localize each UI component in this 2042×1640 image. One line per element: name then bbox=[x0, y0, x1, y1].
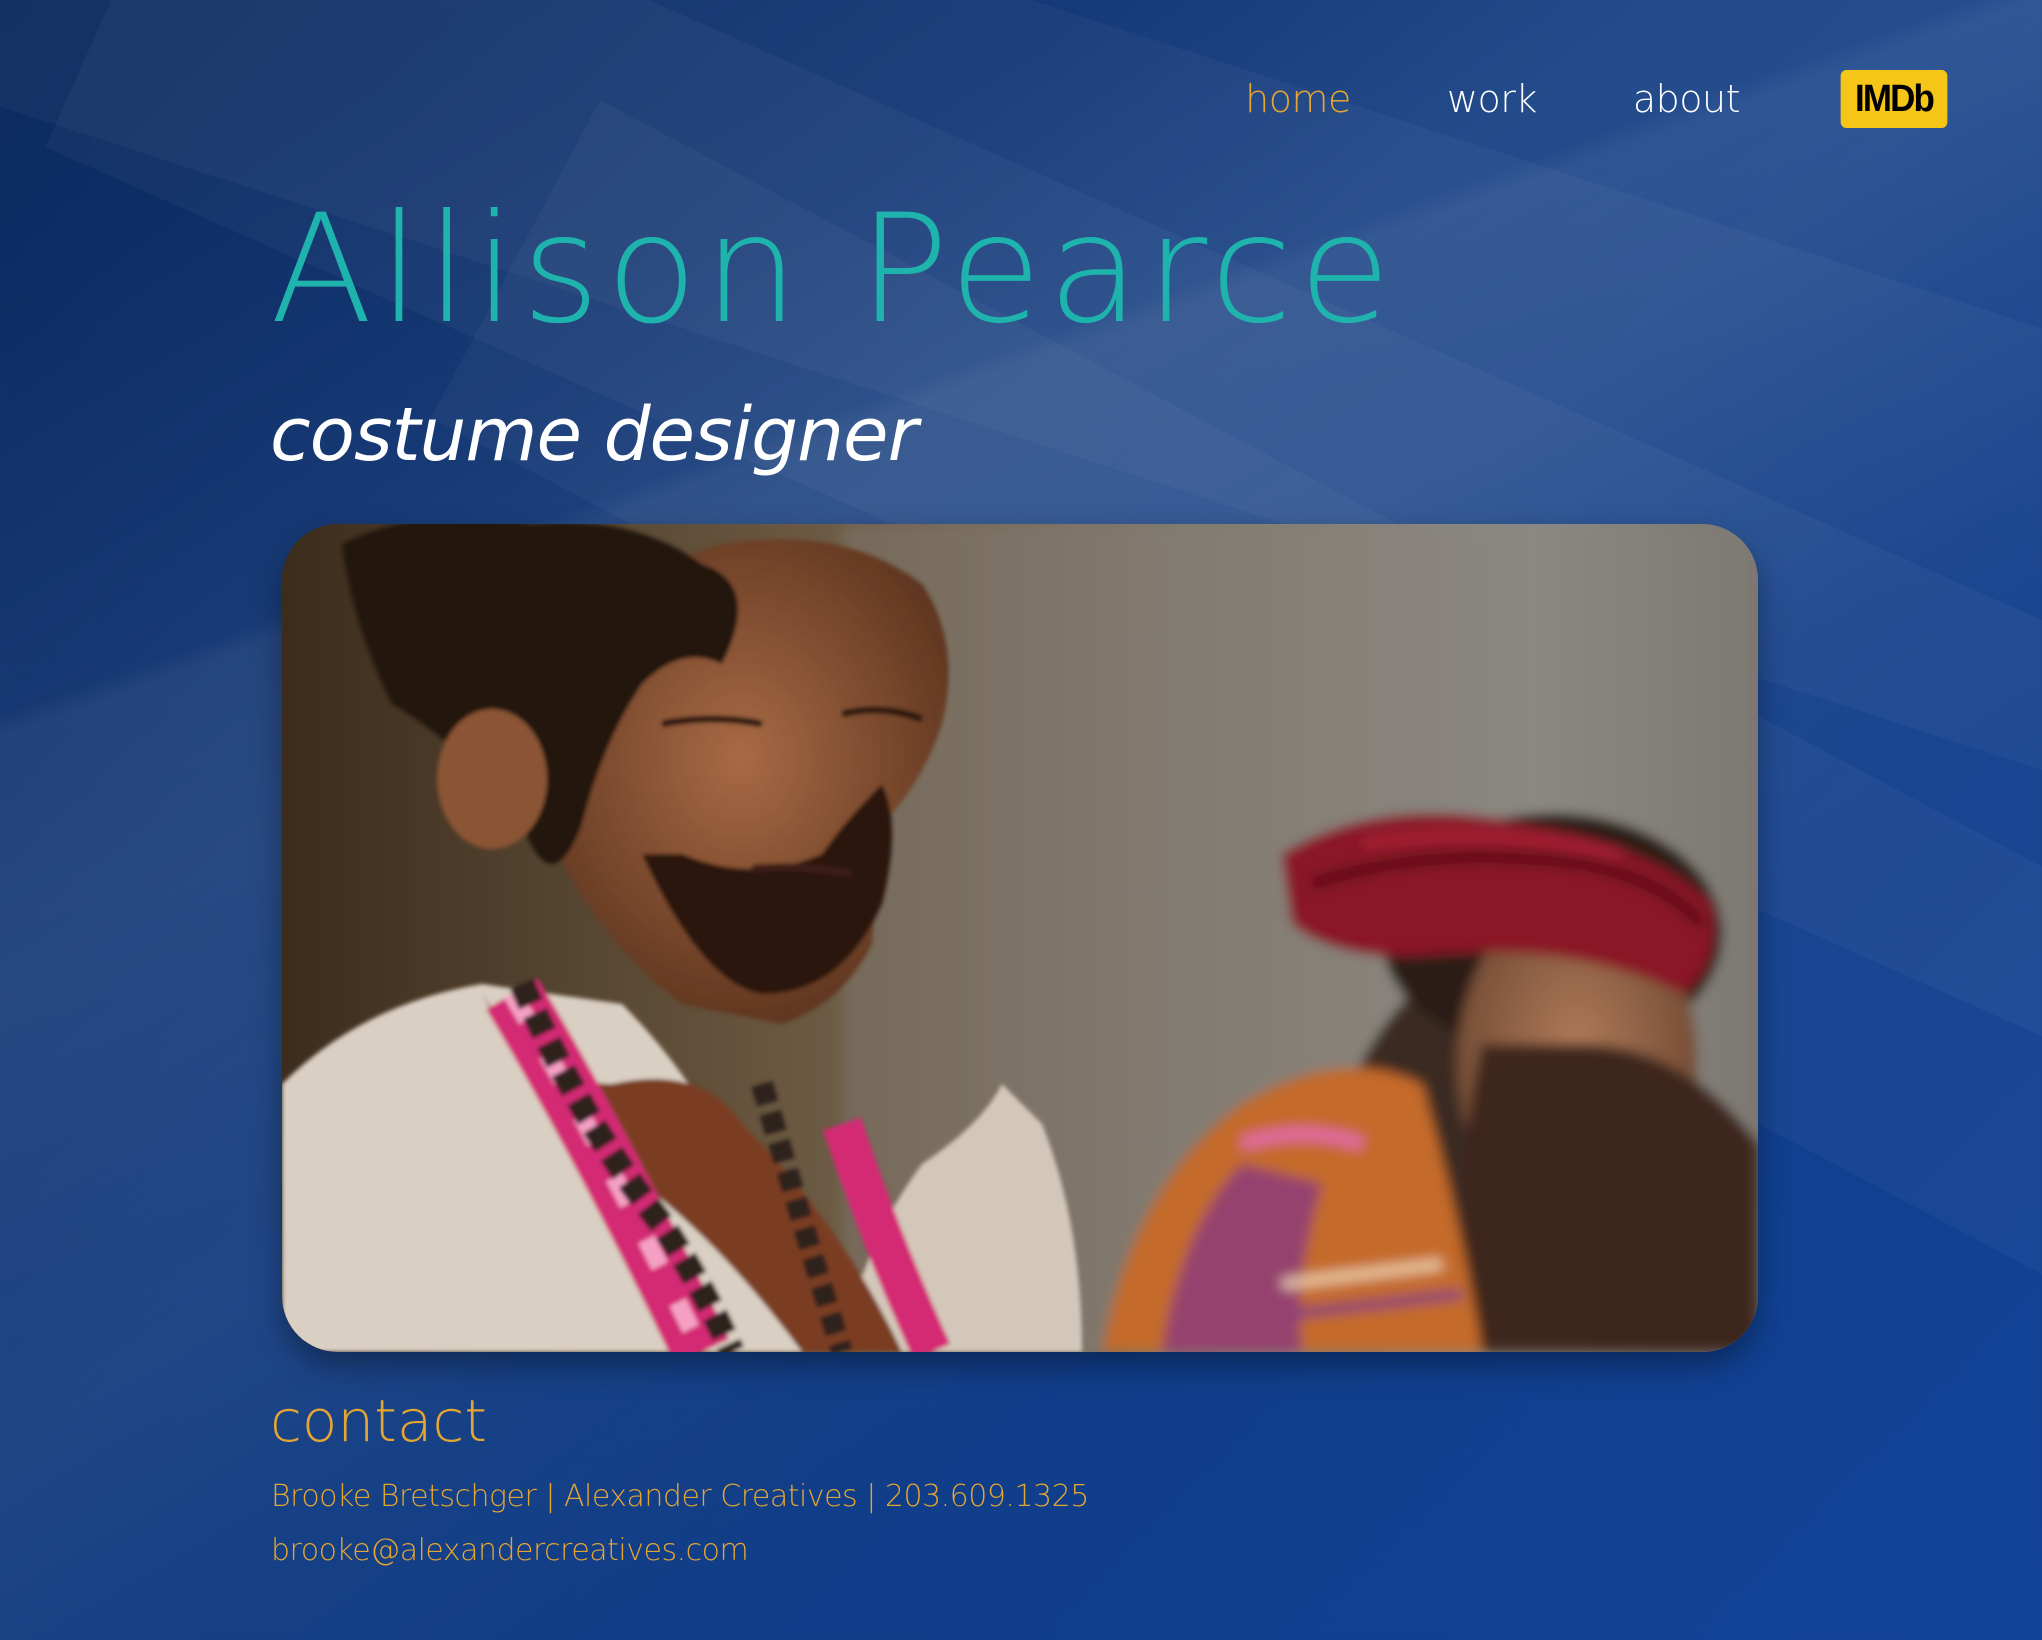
imdb-logo-link[interactable]: IMDb bbox=[1840, 70, 1948, 128]
hero-photo-illustration bbox=[282, 524, 1758, 1352]
contact-heading: contact bbox=[270, 1387, 488, 1455]
nav-about-link[interactable]: about bbox=[1633, 77, 1741, 121]
hero-image bbox=[282, 524, 1758, 1352]
nav-home-link[interactable]: home bbox=[1245, 77, 1351, 121]
contact-agent-info: Brooke Bretschger | Alexander Creatives … bbox=[271, 1479, 1089, 1514]
contact-email-link[interactable]: brooke@alexandercreatives.com bbox=[271, 1536, 749, 1566]
main-nav: home work about IMDb bbox=[1245, 70, 1952, 128]
nav-work-link[interactable]: work bbox=[1447, 77, 1537, 121]
page-subtitle: costume designer bbox=[270, 392, 918, 478]
page-title: Allison Pearce bbox=[270, 183, 1397, 357]
imdb-logo-text: IMDb bbox=[1854, 77, 1935, 120]
